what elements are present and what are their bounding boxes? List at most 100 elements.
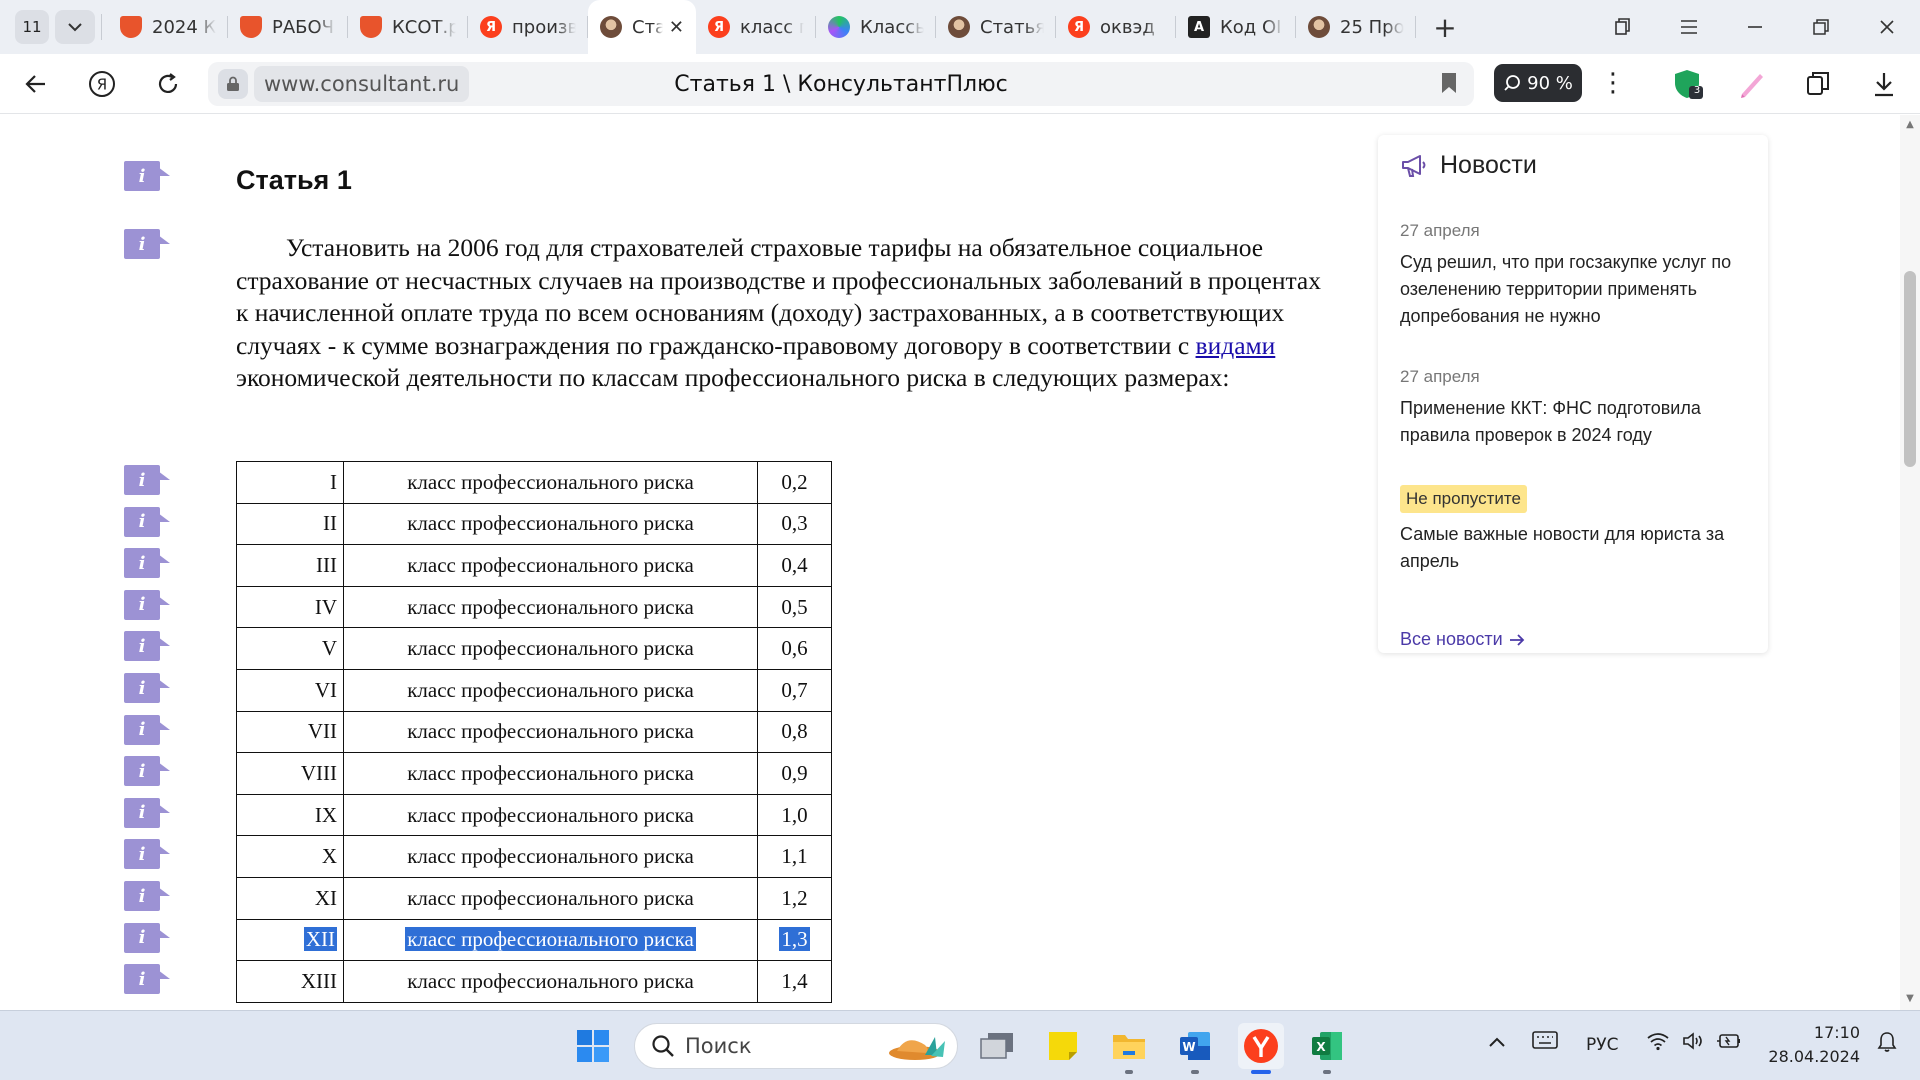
close-window-icon[interactable]: [1854, 0, 1920, 54]
taskbar-search[interactable]: Поиск: [634, 1023, 958, 1069]
tariff-value-cell: 0,7: [757, 668, 832, 712]
word-icon[interactable]: W: [1172, 1023, 1218, 1074]
tariff-value: 0,6: [781, 636, 808, 661]
info-icon[interactable]: i: [124, 714, 170, 745]
zoom-level: 90 %: [1527, 72, 1573, 94]
browser-tab[interactable]: РАБОЧ: [228, 0, 348, 54]
excel-icon[interactable]: X: [1304, 1023, 1350, 1074]
news-item[interactable]: 27 апреля Применение ККТ: ФНС подготовил…: [1400, 367, 1750, 449]
browser-tab[interactable]: 25 Про: [1296, 0, 1416, 54]
battery-icon[interactable]: [1716, 1031, 1742, 1056]
start-windows-icon[interactable]: [570, 1023, 616, 1069]
info-icon[interactable]: i: [124, 631, 170, 662]
news-text[interactable]: Самые важные новости для юриста за апрел…: [1400, 521, 1750, 575]
omnibox[interactable]: www.consultant.ru Статья 1 \ Консультант…: [208, 62, 1474, 106]
risk-class-label: класс профессионального риска: [407, 511, 694, 536]
search-highlight-hat-icon: [889, 1037, 945, 1060]
keyboard-icon[interactable]: [1532, 1031, 1558, 1054]
task-view-icon[interactable]: [974, 1023, 1020, 1069]
hamburger-menu-icon[interactable]: [1656, 0, 1722, 54]
risk-class-label-cell: класс профессионального риска: [343, 585, 758, 629]
tab-count-button[interactable]: 11: [15, 10, 49, 44]
risk-class-number: IX: [314, 802, 337, 827]
browser-tab[interactable]: Якласс г: [696, 0, 816, 54]
browser-tab[interactable]: A Код ОІ: [1176, 0, 1296, 54]
collections-icon[interactable]: [1590, 0, 1656, 54]
browser-tab[interactable]: Япроизв: [468, 0, 588, 54]
collections-extension-icon[interactable]: [1800, 66, 1836, 102]
risk-class-label: класс профессионального риска: [407, 802, 694, 827]
news-panel: Новости 27 апреля Суд решил, что при гос…: [1378, 135, 1768, 653]
volume-icon[interactable]: [1682, 1031, 1706, 1056]
restore-icon[interactable]: [1788, 0, 1854, 54]
browser-tab[interactable]: Классь: [816, 0, 936, 54]
wifi-icon[interactable]: [1646, 1031, 1670, 1056]
scroll-thumb[interactable]: [1904, 271, 1916, 467]
minimize-icon[interactable]: [1722, 0, 1788, 54]
info-icon[interactable]: i: [124, 797, 170, 828]
tray-chevron-up-icon[interactable]: [1488, 1033, 1506, 1053]
news-item-featured[interactable]: Не пропустите Самые важные новости для ю…: [1400, 485, 1750, 575]
info-icon[interactable]: i: [124, 839, 170, 870]
all-news-link[interactable]: Все новости: [1400, 629, 1525, 650]
tab-list-chevron-icon[interactable]: [55, 10, 95, 44]
protect-shield-icon[interactable]: 3: [1670, 66, 1706, 102]
reload-icon[interactable]: [142, 58, 194, 110]
table-row: Iкласс профессионального риска 0,2: [236, 461, 832, 504]
active-indicator: [1251, 1070, 1271, 1074]
info-icon[interactable]: i: [124, 589, 170, 620]
table-row: XII класс профессионального риска 1,3: [236, 918, 832, 962]
risk-class-number-cell: III: [236, 544, 344, 587]
news-text[interactable]: Суд решил, что при госзакупке услуг по о…: [1400, 249, 1750, 330]
info-icon[interactable]: i: [124, 506, 170, 537]
notification-bell-icon[interactable]: [1876, 1031, 1898, 1058]
browser-tab[interactable]: Яоквэд: [1056, 0, 1176, 54]
yandex-browser-icon[interactable]: [1238, 1023, 1284, 1074]
browser-tab[interactable]: КСОТ.р: [348, 0, 468, 54]
activity-types-link[interactable]: видами: [1196, 331, 1276, 360]
risk-class-label-cell: класс профессионального риска: [343, 793, 758, 837]
risk-class-number-cell: XII: [236, 918, 344, 962]
input-language[interactable]: РУС: [1586, 1035, 1618, 1055]
info-icon[interactable]: i: [124, 922, 170, 953]
news-header: Новости: [1400, 151, 1537, 180]
pen-extension-icon[interactable]: [1734, 66, 1770, 102]
tariff-value: 0,5: [781, 594, 808, 619]
info-icon[interactable]: i: [124, 548, 170, 579]
info-icon[interactable]: i: [124, 673, 170, 703]
zoom-button[interactable]: 90 %: [1494, 64, 1582, 102]
info-icon[interactable]: i: [124, 756, 170, 787]
info-icon[interactable]: i: [124, 229, 170, 259]
lock-icon[interactable]: [218, 69, 248, 99]
info-icon[interactable]: i: [124, 465, 170, 495]
news-text[interactable]: Применение ККТ: ФНС подготовила правила …: [1400, 395, 1750, 449]
info-icon[interactable]: i: [124, 161, 170, 191]
tariff-value-cell: 0,4: [757, 544, 832, 587]
scroll-down-arrow-icon[interactable]: ▼: [1904, 993, 1916, 1005]
page-scrollbar[interactable]: ▲ ▼: [1900, 115, 1920, 1010]
url-chip[interactable]: www.consultant.ru: [254, 66, 470, 102]
tab-title: Классь: [860, 16, 924, 38]
browser-tab[interactable]: Ста ✕: [588, 0, 696, 54]
clock-date: 28.04.2024: [1768, 1047, 1860, 1066]
yandex-home-icon[interactable]: Я: [76, 58, 128, 110]
sticky-notes-icon[interactable]: [1040, 1023, 1086, 1069]
bookmark-icon[interactable]: [1440, 72, 1458, 98]
info-icon[interactable]: i: [124, 881, 170, 911]
info-icon[interactable]: i: [124, 964, 170, 995]
running-indicator: [1125, 1070, 1133, 1074]
new-tab-plus-icon[interactable]: +: [1428, 10, 1462, 44]
risk-class-label: класс профессионального риска: [407, 844, 694, 869]
browser-tab[interactable]: 2024 К: [108, 0, 228, 54]
browser-tab[interactable]: Статья: [936, 0, 1056, 54]
tariff-value: 0,8: [781, 719, 808, 744]
scroll-up-arrow-icon[interactable]: ▲: [1904, 119, 1916, 131]
close-tab-icon[interactable]: ✕: [669, 17, 684, 38]
taskbar-clock[interactable]: 17:10 28.04.2024: [1764, 1021, 1860, 1069]
news-item[interactable]: 27 апреля Суд решил, что при госзакупке …: [1400, 221, 1750, 330]
risk-class-label-cell: класс профессионального риска: [343, 627, 758, 670]
download-icon[interactable]: [1866, 66, 1902, 102]
page-menu-dots-icon[interactable]: ⋮: [1594, 64, 1632, 102]
file-explorer-icon[interactable]: [1106, 1023, 1152, 1074]
back-arrow-icon[interactable]: [10, 58, 62, 110]
